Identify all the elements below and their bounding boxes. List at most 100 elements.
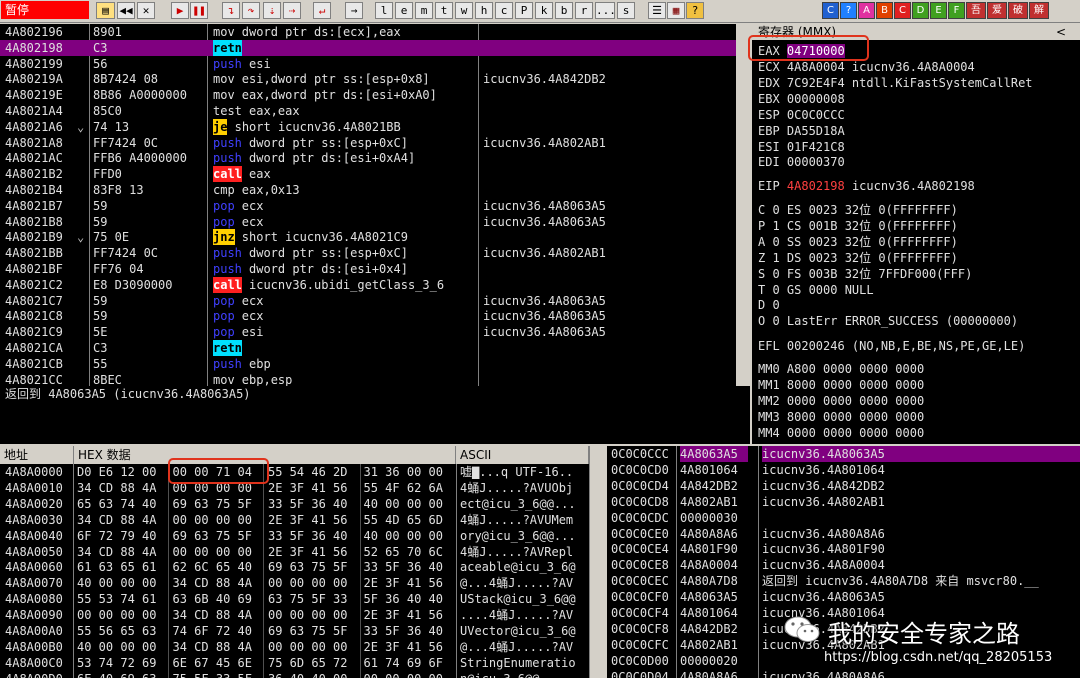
toolbar-button-r[interactable]: r [575,2,593,19]
collapse-icon[interactable]: < [1056,24,1066,40]
toolbar-plugin-button-8[interactable]: 吾 [966,2,986,19]
toolbar-plugin-button-2[interactable]: A [858,2,875,19]
toolbar-button-m[interactable]: m [415,2,433,19]
dump-row[interactable]: 4A8A0040 6F 72 79 40 69 63 75 5F 33 5F 36 4… [0,528,589,544]
toolbar-plugin-button-9[interactable]: 爱 [987,2,1007,19]
mmx-register-line[interactable]: MM0 A800 0000 0000 0000 [758,361,924,377]
toolbar-plugin-button-1[interactable]: ? [840,2,857,19]
flag-segment-line[interactable]: Z 1 DS 0023 32位 0(FFFFFFFF) [758,250,958,266]
disasm-row[interactable]: 4A8021B9 ⌄ 75 0E jnz short icucnv36.4A8021C9 [0,229,736,246]
disasm-row[interactable]: 4A80219A 8B7424 08 mov esi,dword ptr ss:[es… [0,71,736,87]
toolbar-button-l[interactable]: l [375,2,393,19]
pause-icon[interactable]: ❚❚ [190,2,208,19]
dump-row[interactable]: 4A8A0010 34 CD 88 4A 00 00 00 00 2E 3F 41 5… [0,480,589,496]
dump-header-ascii[interactable]: ASCII [456,446,589,464]
open-folder-icon[interactable]: ▤ [96,2,115,19]
toolbar-button-b[interactable]: b [555,2,573,19]
grid-icon[interactable]: ▦ [667,2,685,19]
stack-row[interactable]: 0C0C0CCC 4A8063A5 icucnv36.4A8063A5 [607,446,1080,462]
close-icon[interactable]: ✕ [137,2,155,19]
flag-segment-line[interactable]: P 1 CS 001B 32位 0(FFFFFFFF) [758,218,958,234]
disasm-row[interactable]: 4A802196 8901 mov dword ptr ds:[ecx],eax [0,24,736,40]
disasm-row[interactable]: 4A8021B8 59 pop ecx icucnv36.4A8063A5 [0,214,736,230]
disasm-row[interactable]: 4A8021C7 59 pop ecx icucnv36.4A8063A5 [0,293,736,309]
flag-segment-line[interactable]: T 0 GS 0000 NULL [758,282,874,298]
dump-row[interactable]: 4A8A0070 40 00 00 00 34 CD 88 4A 00 00 00 0… [0,575,589,591]
toolbar-button-w[interactable]: w [455,2,473,19]
dump-row[interactable]: 4A8A00A0 55 56 65 63 74 6F 72 40 69 63 75 5… [0,623,589,639]
toolbar-plugin-button-11[interactable]: 解 [1029,2,1049,19]
eip-value[interactable]: 4A802198 [787,179,845,193]
disasm-row[interactable]: 4A802198 C3 retn [0,39,736,56]
stack-row[interactable]: 0C0C0CF0 4A8063A5 icucnv36.4A8063A5 [607,589,1080,605]
register-line[interactable]: ESI 01F421C8 [758,139,845,155]
disasm-row[interactable]: 4A802199 56 push esi [0,55,736,72]
dump-row[interactable]: 4A8A0090 00 00 00 00 34 CD 88 4A 00 00 00 0… [0,607,589,623]
stack-row[interactable]: 0C0C0CE8 4A8A0004 icucnv36.4A8A0004 [607,557,1080,573]
dump-row[interactable]: 4A8A00B0 40 00 00 00 34 CD 88 4A 00 00 00 0… [0,639,589,655]
stack-row[interactable]: 0C0C0CD4 4A842DB2 icucnv36.4A842DB2 [607,478,1080,494]
disasm-row[interactable]: 4A80219E 8B86 A0000000 mov eax,dword ptr ds… [0,87,736,103]
dump-header-address[interactable]: 地址 [0,446,74,464]
toolbar-plugin-button-3[interactable]: B [876,2,893,19]
dump-row[interactable]: 4A8A0000 D0 E6 12 00 00 00 71 04 55 54 46 2… [0,464,589,480]
step-into-icon[interactable]: ↴ [222,2,240,19]
disasm-row[interactable]: 4A8021A8 FF7424 0C push dword ptr ss:[esp+0… [0,134,736,151]
disasm-row[interactable]: 4A8021CB 55 push ebp [0,355,736,372]
stack-row[interactable]: 0C0C0CE0 4A80A8A6 icucnv36.4A80A8A6 [607,526,1080,542]
step-over-icon[interactable]: ↷ [242,2,260,19]
toolbar-plugin-button-5[interactable]: D [912,2,929,19]
disasm-row[interactable]: 4A8021C2 E8 D3090000 call icucnv36.ubidi_ge… [0,276,736,293]
register-line[interactable]: EBP DA55D18A [758,123,845,139]
disasm-row[interactable]: 4A8021AC FFB6 A4000000 push dword ptr ds:[e… [0,150,736,167]
toolbar-button-t[interactable]: t [435,2,453,19]
register-line[interactable]: ESP 0C0C0CCC [758,107,845,123]
register-line[interactable]: EDI 00000370 [758,154,845,170]
disassembly-pane[interactable]: 4A802196 8901 mov dword ptr ds:[ecx],eax 4A8… [0,24,736,386]
rewind-icon[interactable]: ◀◀ [117,2,135,19]
list-icon[interactable]: ☰ [648,2,666,19]
toolbar-button-h[interactable]: h [475,2,493,19]
stack-row[interactable]: 0C0C0CEC 4A80A7D8 返回到 icucnv36.4A80A7D8 来自… [607,573,1080,589]
flag-segment-line[interactable]: S 0 FS 003B 32位 7FFDF000(FFF) [758,266,972,282]
register-line[interactable]: ECX 4A8A0004 icucnv36.4A8A0004 [758,59,975,75]
toolbar-button-s[interactable]: s [617,2,635,19]
register-line[interactable]: EDX 7C92E4F4 ntdll.KiFastSystemCallRet [758,75,1033,91]
disasm-row[interactable]: 4A8021B2 FFD0 call eax [0,166,736,183]
mmx-register-line[interactable]: MM2 0000 0000 0000 0000 [758,393,924,409]
disasm-row[interactable]: 4A8021BB FF7424 0C push dword ptr ss:[esp+0… [0,245,736,262]
disasm-row[interactable]: 4A8021C9 5E pop esi icucnv36.4A8063A5 [0,324,736,340]
stack-row[interactable]: 0C0C0CD8 4A802AB1 icucnv36.4A802AB1 [607,494,1080,510]
disasm-row[interactable]: 4A8021CA C3 retn [0,340,736,356]
memory-dump-pane[interactable]: 地址 HEX 数据 ASCII 4A8A0000 D0 E6 12 00 00 00… [0,446,605,678]
dump-row[interactable]: 4A8A0020 65 63 74 40 69 63 75 5F 33 5F 36 4… [0,496,589,512]
help-icon[interactable]: ? [686,2,704,19]
dump-scrollbar[interactable] [589,446,605,678]
disasm-row[interactable]: 4A8021B7 59 pop ecx icucnv36.4A8063A5 [0,198,736,214]
disasm-row[interactable]: 4A8021BF FF76 04 push dword ptr ds:[esi+0x4… [0,261,736,277]
flag-segment-line[interactable]: A 0 SS 0023 32位 0(FFFFFFFF) [758,234,958,250]
toolbar-button-P[interactable]: P [515,2,533,19]
toolbar-plugin-button-10[interactable]: 破 [1008,2,1028,19]
trace-into-icon[interactable]: ⇣ [263,2,281,19]
toolbar-plugin-button-6[interactable]: E [930,2,947,19]
toolbar-button-c[interactable]: c [495,2,513,19]
dump-row[interactable]: 4A8A00D0 6E 40 69 63 75 5F 33 5F 36 40 40 0… [0,671,589,678]
toolbar-button-more[interactable]: ... [595,2,616,19]
mmx-register-line[interactable]: MM1 8000 0000 0000 0000 [758,377,924,393]
dump-row[interactable]: 4A8A0050 34 CD 88 4A 00 00 00 00 2E 3F 41 5… [0,544,589,560]
mmx-register-line[interactable]: MM3 8000 0000 0000 0000 [758,409,924,425]
dump-row[interactable]: 4A8A0030 34 CD 88 4A 00 00 00 00 2E 3F 41 5… [0,512,589,528]
flag-segment-line[interactable]: C 0 ES 0023 32位 0(FFFFFFFF) [758,202,958,218]
stack-row[interactable]: 0C0C0CE4 4A801F90 icucnv36.4A801F90 [607,541,1080,557]
dump-row[interactable]: 4A8A0060 61 63 65 61 62 6C 65 40 69 63 75 5… [0,559,589,575]
registers-pane[interactable]: 寄存器 (MMX) < EAX 04710000 ECX 4A8A0004 ic… [752,24,1080,444]
dump-row[interactable]: 4A8A00C0 53 74 72 69 6E 67 45 6E 75 6D 65 7… [0,655,589,671]
register-line[interactable]: EBX 00000008 [758,91,845,107]
disasm-row[interactable]: 4A8021CC 8BEC mov ebp,esp [0,372,736,386]
stack-row[interactable]: 0C0C0CD0 4A801064 icucnv36.4A801064 [607,462,1080,478]
goto-icon[interactable]: → [345,2,363,19]
toolbar-button-e[interactable]: e [395,2,413,19]
toolbar-plugin-button-0[interactable]: C [822,2,839,19]
disasm-row[interactable]: 4A8021C8 59 pop ecx icucnv36.4A8063A5 [0,308,736,324]
